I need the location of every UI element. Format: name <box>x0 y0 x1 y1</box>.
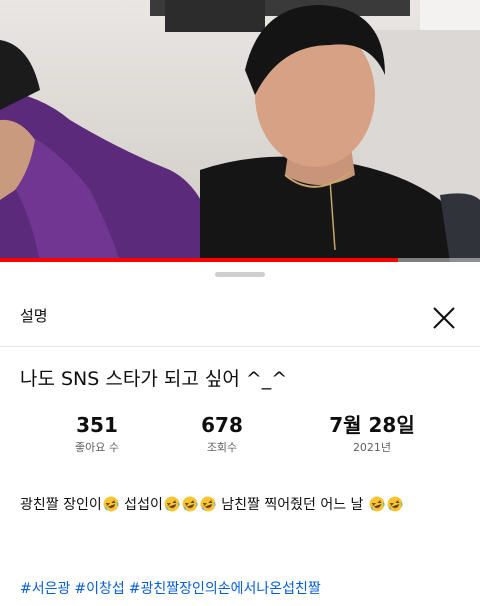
laughing-emoji-icon <box>182 496 198 512</box>
date-stat: 7월 28일 2021년 <box>302 410 442 456</box>
views-count: 678 <box>201 413 243 437</box>
upload-year: 2021년 <box>352 441 392 454</box>
description-part-2: 섭섭이 <box>119 497 163 513</box>
video-frame <box>0 0 480 262</box>
description-text: 광친짤 장인이 섭섭이 남친짤 찍어줬던 어느 날 <box>20 494 460 514</box>
description-part-3: 남친짤 찍어줬던 어느 날 <box>216 497 368 513</box>
laughing-emoji-icon <box>369 496 385 512</box>
likes-count: 351 <box>76 413 118 437</box>
close-x-icon <box>433 307 455 329</box>
upload-date: 7월 28일 <box>329 413 415 437</box>
laughing-emoji-icon <box>200 496 216 512</box>
laughing-emoji-icon <box>103 496 119 512</box>
hashtag-link[interactable]: #광친짤장인의손에서나온섭친짤 <box>129 581 321 597</box>
likes-label: 좋아요 수 <box>75 441 119 454</box>
sheet-header: 설명 <box>0 288 480 347</box>
video-player[interactable] <box>0 0 480 262</box>
views-label: 조회수 <box>206 441 238 454</box>
laughing-emoji-icon <box>164 496 180 512</box>
likes-stat: 351 좋아요 수 <box>27 410 167 456</box>
hashtag-link[interactable]: #서은광 <box>20 581 70 597</box>
hashtag-link[interactable]: #이창섭 <box>74 581 124 597</box>
laughing-emoji-icon <box>387 496 403 512</box>
hashtag-list: #서은광 #이창섭 #광친짤장인의손에서나온섭친짤 <box>20 578 325 598</box>
views-stat: 678 조회수 <box>152 410 292 456</box>
sheet-drag-handle[interactable] <box>215 272 265 277</box>
video-stats: 351 좋아요 수 678 조회수 7월 28일 2021년 <box>0 410 480 470</box>
youtube-description-screen: 설명 나도 SNS 스타가 되고 싶어 ^_^ 351 좋아요 수 678 조회… <box>0 0 480 606</box>
description-sheet: 설명 나도 SNS 스타가 되고 싶어 ^_^ 351 좋아요 수 678 조회… <box>0 262 480 606</box>
sheet-title: 설명 <box>20 307 48 325</box>
video-title: 나도 SNS 스타가 되고 싶어 ^_^ <box>20 368 288 390</box>
close-button[interactable] <box>428 302 460 334</box>
description-part-1: 광친짤 장인이 <box>20 497 102 513</box>
